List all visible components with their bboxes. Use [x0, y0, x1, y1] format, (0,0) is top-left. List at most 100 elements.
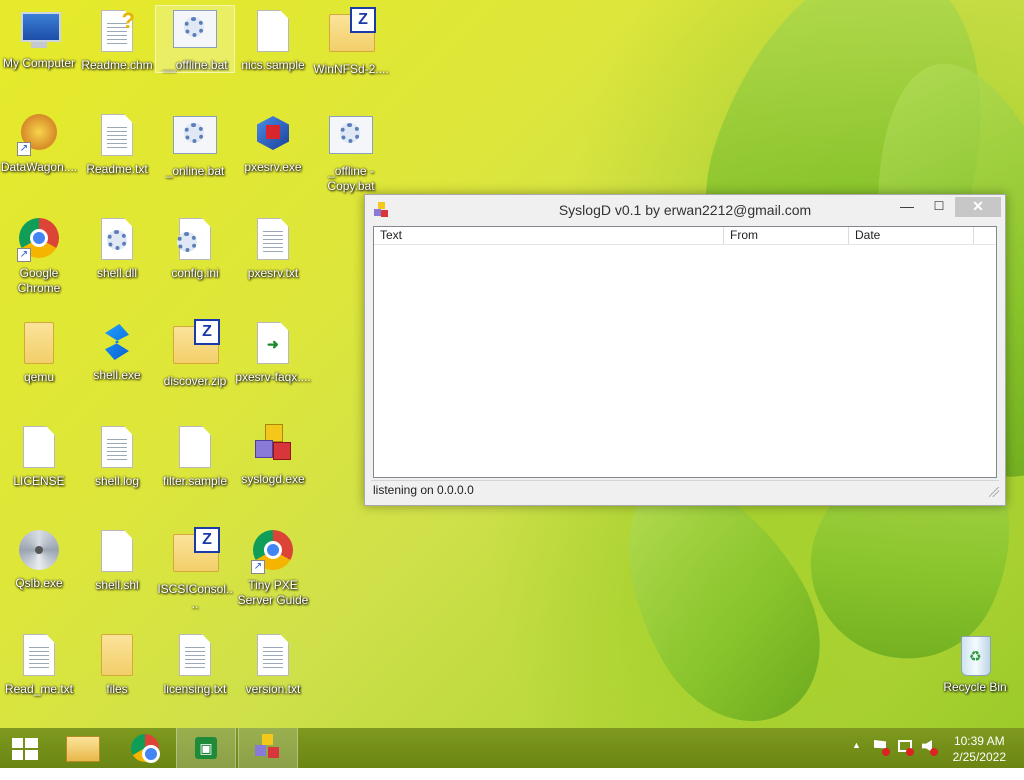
- ini-file-icon: [173, 218, 217, 262]
- desktop-icon-read-me-txt[interactable]: Read_me.txt: [0, 632, 78, 697]
- text-file-icon: [179, 634, 211, 676]
- taskbar-file-explorer[interactable]: [54, 728, 112, 768]
- desktop-icon-datawagon[interactable]: ↗ DataWagon....: [0, 112, 78, 175]
- start-button[interactable]: [0, 728, 58, 768]
- volume-muted-icon[interactable]: [922, 740, 938, 756]
- desktop-icon-label: files: [106, 682, 128, 696]
- desktop-icon-recycle-bin[interactable]: ♻ Recycle Bin: [936, 632, 1014, 695]
- desktop-icon-filter-sample[interactable]: filter.sample: [156, 424, 234, 489]
- text-file-icon: [101, 426, 133, 468]
- desktop-icon-shell-exe[interactable]: shell.exe: [78, 320, 156, 383]
- column-header-date[interactable]: Date: [849, 227, 974, 244]
- zip-folder-icon: Z: [173, 319, 220, 364]
- desktop-icon-pxesrv-faq[interactable]: ➜ pxesrv-faqx....: [234, 320, 312, 385]
- desktop-icon-license[interactable]: LICENSE: [0, 424, 78, 489]
- shortcut-arrow-icon: ↗: [251, 560, 265, 574]
- text-file-icon: [23, 634, 55, 676]
- minimize-button[interactable]: —: [895, 197, 919, 217]
- taskbar-clock[interactable]: 10:39 AM 2/25/2022: [953, 733, 1006, 765]
- log-list-view[interactable]: Text From Date: [373, 226, 997, 478]
- desktop-icon-label: discover.zip: [163, 374, 227, 388]
- chrome-icon: [131, 734, 160, 763]
- desktop-icon-shell-dll[interactable]: shell.dll: [78, 216, 156, 281]
- desktop-icon-licensing-txt[interactable]: licensing.txt: [156, 632, 234, 697]
- desktop-icon-readme-txt[interactable]: Readme.txt: [78, 112, 156, 177]
- column-header-text[interactable]: Text: [374, 227, 724, 244]
- desktop-icon-iscsiconsole[interactable]: Z ISCSIConsol....: [156, 527, 234, 612]
- desktop-icon-online-bat[interactable]: _online.bat: [156, 112, 234, 179]
- column-header-from[interactable]: From: [724, 227, 849, 244]
- desktop-icon-label: Qslb.exe: [15, 576, 63, 590]
- taskbar: ▣ ▲ 10:39 AM 2/25/2022: [0, 728, 1024, 768]
- desktop-icon-label: Readme.chm: [81, 58, 153, 72]
- desktop-icon-syslogd-exe[interactable]: syslogd.exe: [234, 424, 312, 487]
- desktop-icon-label: qemu: [23, 370, 55, 384]
- resize-grip-icon[interactable]: [989, 487, 999, 497]
- desktop-icon-google-chrome[interactable]: ↗ Google Chrome: [0, 216, 78, 296]
- windows-logo-icon: [12, 738, 38, 760]
- desktop-icon-shell-log[interactable]: shell.log: [78, 424, 156, 489]
- desktop-icon-label: licensing.txt: [163, 682, 227, 696]
- desktop-icon-label: config.ini: [171, 266, 219, 280]
- close-button[interactable]: ✕: [955, 197, 1001, 217]
- shortcut-arrow-icon: ↗: [17, 142, 31, 156]
- taskbar-pinned-app[interactable]: ▣: [176, 728, 236, 768]
- desktop-icon-pxesrv-exe[interactable]: pxesrv.exe: [234, 112, 312, 175]
- action-center-flag-icon[interactable]: [874, 740, 890, 756]
- desktop-icon-config-ini[interactable]: config.ini: [156, 216, 234, 281]
- desktop-icon-label: _offline - Copy.bat: [327, 164, 375, 193]
- desktop-icon-discover-zip[interactable]: Z discover.zip: [156, 319, 234, 389]
- desktop-icon-label: WinNFSd-2....: [313, 62, 389, 76]
- network-icon[interactable]: [898, 740, 914, 756]
- desktop-icon-label: pxesrv-faqx....: [235, 370, 311, 384]
- file-icon: [179, 426, 211, 468]
- desktop-icon-qemu[interactable]: qemu: [0, 320, 78, 385]
- recycle-bin-icon: ♻: [953, 632, 997, 676]
- desktop-icon-nics-sample[interactable]: nics.sample: [234, 8, 312, 73]
- clock-time: 10:39 AM: [953, 734, 1005, 748]
- desktop-icon-tiny-pxe-guide[interactable]: ↗ Tiny PXE Server Guide: [234, 528, 312, 608]
- taskbar-chrome[interactable]: [116, 728, 174, 768]
- file-icon: [257, 10, 289, 52]
- desktop-icon-version-txt[interactable]: version.txt: [234, 632, 312, 697]
- file-explorer-icon: [66, 736, 100, 762]
- shortcut-arrow-icon: ↗: [17, 248, 31, 262]
- window-titlebar[interactable]: SyslogD v0.1 by erwan2212@gmail.com — ☐ …: [365, 195, 1005, 225]
- dll-file-icon: [95, 218, 139, 262]
- desktop-icon-my-computer[interactable]: My Computer: [0, 8, 78, 71]
- help-file-icon: ?: [95, 8, 139, 54]
- desktop-icon-label: syslogd.exe: [241, 472, 305, 486]
- desktop-icon-offline-bat[interactable]: __offline.bat: [155, 5, 235, 73]
- syslogd-window[interactable]: SyslogD v0.1 by erwan2212@gmail.com — ☐ …: [364, 194, 1006, 506]
- desktop-icon-label: pxesrv.exe: [244, 160, 302, 174]
- batch-file-icon: [173, 10, 217, 54]
- desktop-icon-files[interactable]: files: [78, 632, 156, 697]
- folder-icon: [101, 634, 133, 676]
- desktop-icon-label: ISCSIConsol....: [157, 582, 233, 611]
- text-file-icon: [101, 114, 133, 156]
- list-header: Text From Date: [374, 227, 996, 245]
- zip-folder-icon: Z: [329, 7, 376, 52]
- desktop-icon-label: DataWagon....: [0, 160, 78, 174]
- desktop-icon-label: Readme.txt: [86, 162, 148, 176]
- batch-file-icon: [173, 116, 217, 160]
- shell-exe-icon: [95, 320, 139, 364]
- maximize-button[interactable]: ☐: [927, 197, 951, 217]
- file-icon: [23, 426, 55, 468]
- syslogd-blocks-icon: [251, 424, 295, 468]
- disc-icon: [17, 528, 61, 572]
- desktop-icon-shell-shl[interactable]: shell.shl: [78, 528, 156, 593]
- taskbar-syslogd[interactable]: [238, 728, 298, 768]
- desktop-icon-qslb[interactable]: Qslb.exe: [0, 528, 78, 591]
- text-file-icon: [257, 634, 289, 676]
- desktop-icon-offline-copy-bat[interactable]: _offline - Copy.bat: [312, 112, 390, 194]
- desktop-icon-label: nics.sample: [241, 58, 305, 72]
- desktop-icon-label: Tiny PXE Server Guide: [237, 578, 309, 607]
- desktop-icon-winnfsd[interactable]: Z WinNFSd-2....: [312, 7, 390, 77]
- status-bar: listening on 0.0.0.0: [371, 480, 999, 499]
- show-hidden-icons-button[interactable]: ▲: [852, 740, 861, 780]
- desktop-icon-pxesrv-txt[interactable]: pxesrv.txt: [234, 216, 312, 281]
- desktop-icon-label: Recycle Bin: [943, 680, 1007, 694]
- desktop-icon-readme-chm[interactable]: ? Readme.chm: [78, 8, 156, 73]
- folder-icon: [24, 322, 54, 364]
